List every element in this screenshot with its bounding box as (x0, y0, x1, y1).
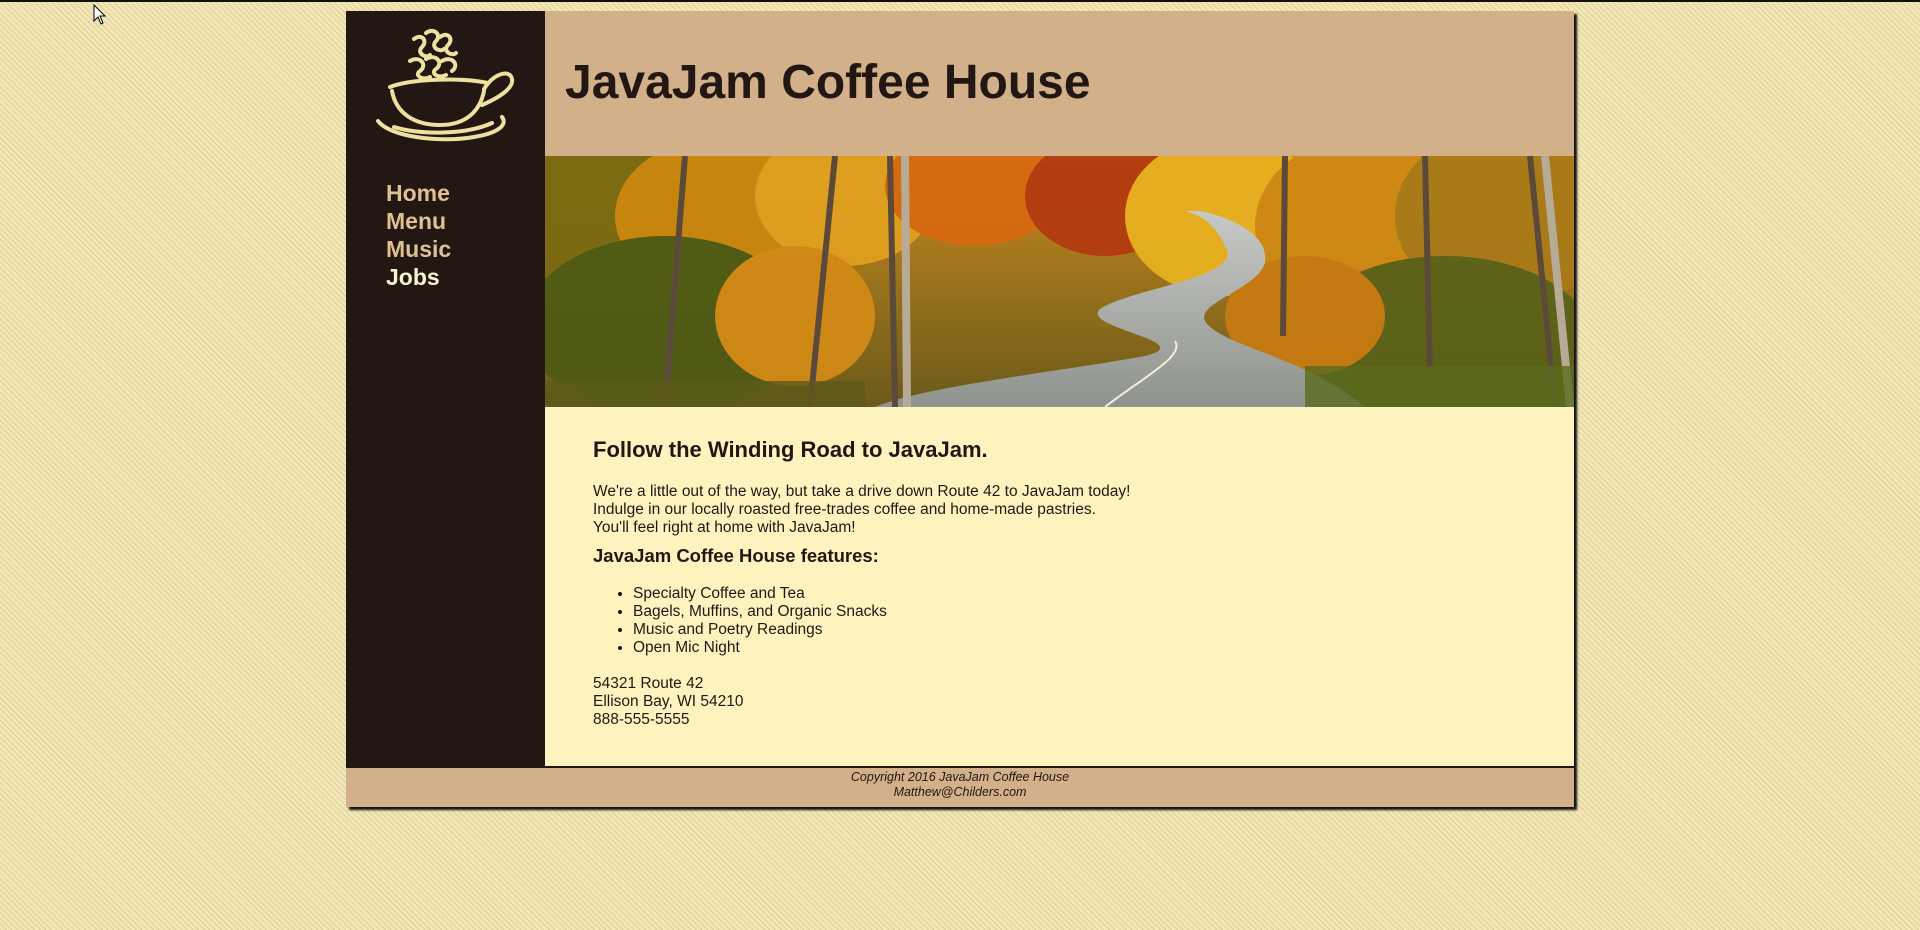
features-list: Specialty Coffee and Tea Bagels, Muffins… (593, 585, 887, 657)
main-nav: Home Menu Music Jobs (386, 179, 451, 291)
nav-link-jobs[interactable]: Jobs (386, 263, 451, 291)
intro-line: You'll feel right at home with JavaJam! (593, 519, 856, 536)
site-footer: Copyright 2016 JavaJam Coffee House Matt… (346, 766, 1574, 807)
nav-link-menu[interactable]: Menu (386, 207, 451, 235)
mouse-pointer-icon (93, 4, 107, 25)
coffee-cup-logo-icon (376, 28, 515, 142)
address-city: Ellison Bay, WI 54210 (593, 693, 744, 710)
list-item: Open Mic Night (633, 639, 887, 657)
nav-link-home[interactable]: Home (386, 179, 451, 207)
phone-number: 888-555-5555 (593, 711, 690, 728)
address-block: 54321 Route 42 Ellison Bay, WI 54210 888… (593, 675, 743, 729)
footer-email: Matthew@Childers.com (893, 785, 1027, 799)
list-item: Bagels, Muffins, and Organic Snacks (633, 603, 887, 621)
main-heading: Follow the Winding Road to JavaJam. (593, 437, 988, 462)
nav-link-music[interactable]: Music (386, 235, 451, 263)
main-content: Follow the Winding Road to JavaJam. We'r… (545, 407, 1574, 766)
intro-line: Indulge in our locally roasted free-trad… (593, 501, 1096, 518)
sidebar: Home Menu Music Jobs (346, 11, 545, 766)
address-street: 54321 Route 42 (593, 675, 704, 692)
features-heading: JavaJam Coffee House features: (593, 545, 879, 566)
site-header: JavaJam Coffee House (545, 11, 1574, 156)
site-title: JavaJam Coffee House (565, 56, 1091, 109)
hero-image-winding-road (545, 156, 1574, 407)
list-item: Music and Poetry Readings (633, 621, 887, 639)
page-wrapper: Home Menu Music Jobs JavaJam Coffee Hous… (346, 11, 1574, 807)
intro-paragraph: We're a little out of the way, but take … (593, 483, 1130, 537)
intro-line: We're a little out of the way, but take … (593, 483, 1131, 500)
copyright-text: Copyright 2016 JavaJam Coffee House (850, 770, 1070, 784)
browser-top-edge (0, 0, 1920, 2)
list-item: Specialty Coffee and Tea (633, 585, 887, 603)
